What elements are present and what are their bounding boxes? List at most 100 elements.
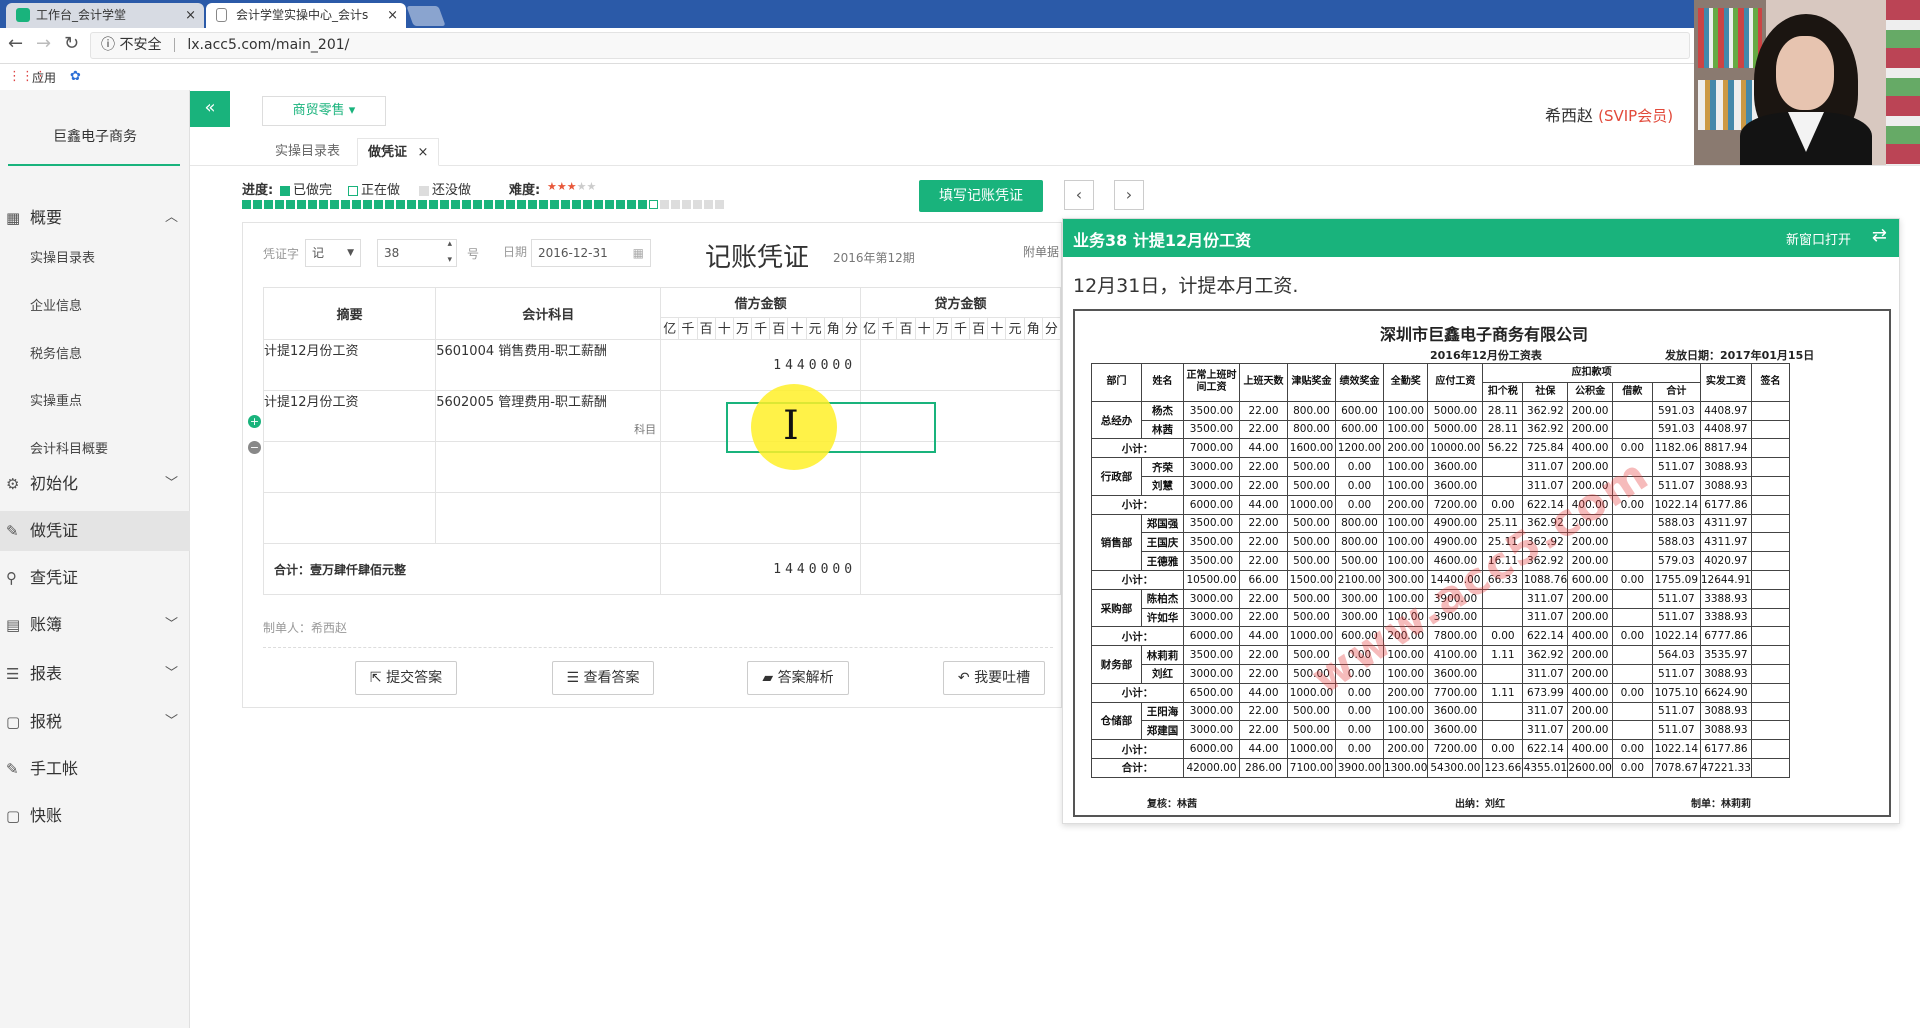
add-row-icon[interactable]: + [248, 415, 261, 428]
fill-voucher-button[interactable]: 填写记账凭证 [919, 180, 1043, 212]
progress-step[interactable] [429, 200, 438, 209]
browser-tab-practice[interactable]: 会计学堂实操中心_会计s × [206, 3, 406, 28]
progress-step[interactable] [341, 200, 350, 209]
progress-step[interactable] [275, 200, 284, 209]
back-arrow-icon[interactable]: ← [8, 33, 23, 54]
row4-credit[interactable] [860, 492, 1061, 544]
industry-dropdown[interactable]: 商贸零售 ▾ [262, 96, 386, 126]
voucher-number-stepper[interactable]: 38 ▴ ▾ [377, 239, 457, 267]
submenu-tax-info[interactable]: 税务信息 [0, 336, 190, 374]
prev-task-button[interactable]: ‹ [1064, 180, 1094, 210]
delete-row-icon[interactable]: − [248, 441, 261, 454]
progress-step[interactable] [693, 200, 702, 209]
submenu-key-points[interactable]: 实操重点 [0, 383, 190, 421]
row4-account[interactable] [435, 492, 662, 544]
progress-step[interactable] [462, 200, 471, 209]
row1-debit[interactable]: 1440000 [660, 339, 862, 391]
menu-initialize[interactable]: ⚙ 初始化 ﹀ [0, 464, 190, 504]
progress-step[interactable] [649, 200, 658, 209]
info-icon[interactable]: ⓘ [101, 37, 115, 53]
progress-step[interactable] [682, 200, 691, 209]
row4-debit[interactable] [660, 492, 862, 544]
progress-step[interactable] [407, 200, 416, 209]
progress-step[interactable] [363, 200, 372, 209]
progress-step[interactable] [715, 200, 724, 209]
new-tab-button[interactable] [406, 6, 446, 26]
submenu-practice-list[interactable]: 实操目录表 [0, 240, 190, 278]
progress-step[interactable] [671, 200, 680, 209]
progress-step[interactable] [451, 200, 460, 209]
progress-step[interactable] [495, 200, 504, 209]
next-task-button[interactable]: › [1114, 180, 1144, 210]
progress-step[interactable] [253, 200, 262, 209]
paw-icon[interactable]: ✿ [70, 69, 81, 84]
reload-icon[interactable]: ↻ [64, 33, 79, 54]
progress-step[interactable] [330, 200, 339, 209]
progress-step[interactable] [484, 200, 493, 209]
row2-account[interactable]: 5602005 管理费用-职工薪酬 科目 [435, 390, 662, 442]
row3-summary[interactable] [262, 441, 437, 493]
progress-step[interactable] [319, 200, 328, 209]
row4-summary[interactable] [262, 492, 437, 544]
progress-step[interactable] [539, 200, 548, 209]
user-info[interactable]: 希西赵 (SVIP会员) [1545, 102, 1673, 126]
progress-step[interactable] [616, 200, 625, 209]
row1-account[interactable]: 5601004 销售费用-职工薪酬 [435, 339, 662, 391]
browser-tab-workbench[interactable]: 工作台_会计学堂 × [6, 3, 204, 28]
voucher-word-select[interactable]: 记 ▼ [305, 239, 361, 267]
swap-icon[interactable]: ⇄ [1872, 225, 1887, 246]
row3-account[interactable] [435, 441, 662, 493]
menu-manual-account[interactable]: ✎ 手工帐 [0, 749, 190, 789]
close-tab-icon[interactable]: × [185, 3, 196, 28]
progress-step[interactable] [605, 200, 614, 209]
progress-step[interactable] [583, 200, 592, 209]
progress-step[interactable] [385, 200, 394, 209]
progress-step[interactable] [297, 200, 306, 209]
date-input[interactable]: 2016-12-31 ▦ [531, 239, 651, 267]
progress-step[interactable] [418, 200, 427, 209]
menu-make-voucher[interactable]: ✎ 做凭证 [0, 511, 190, 551]
forward-arrow-icon[interactable]: → [36, 33, 51, 54]
progress-step[interactable] [308, 200, 317, 209]
progress-step[interactable] [473, 200, 482, 209]
close-tab-icon[interactable]: × [418, 145, 429, 160]
view-answer-button[interactable]: ☰ 查看答案 [552, 661, 654, 695]
menu-ledger[interactable]: ▤ 账簿 ﹀ [0, 605, 190, 645]
close-tab-icon[interactable]: × [387, 3, 398, 28]
progress-step[interactable] [517, 200, 526, 209]
progress-step[interactable] [627, 200, 636, 209]
tab-make-voucher[interactable]: 做凭证 × [357, 138, 440, 166]
progress-step[interactable] [264, 200, 273, 209]
tab-practice-list[interactable]: 实操目录表 [265, 138, 350, 166]
menu-reports[interactable]: ☰ 报表 ﹀ [0, 654, 190, 694]
answer-analysis-button[interactable]: ▰ 答案解析 [747, 661, 849, 695]
progress-step[interactable] [638, 200, 647, 209]
bookmark-apps[interactable]: 应用 [32, 69, 56, 86]
menu-quick-account[interactable]: ▢ 快账 [0, 796, 190, 836]
progress-step[interactable] [704, 200, 713, 209]
row1-summary[interactable]: 计提12月份工资 [262, 339, 437, 391]
progress-step[interactable] [242, 200, 251, 209]
row2-summary[interactable]: 计提12月份工资 [262, 390, 437, 442]
progress-step[interactable] [594, 200, 603, 209]
row1-credit[interactable] [860, 339, 1061, 391]
menu-tax[interactable]: ▢ 报税 ﹀ [0, 702, 190, 742]
progress-step[interactable] [352, 200, 361, 209]
menu-overview[interactable]: ▦ 概要 ︿ [0, 198, 190, 238]
progress-step[interactable] [286, 200, 295, 209]
progress-step[interactable] [374, 200, 383, 209]
progress-step[interactable] [572, 200, 581, 209]
feedback-button[interactable]: ↶ 我要吐槽 [943, 661, 1045, 695]
progress-step[interactable] [561, 200, 570, 209]
progress-step[interactable] [396, 200, 405, 209]
submenu-company-info[interactable]: 企业信息 [0, 288, 190, 326]
progress-step[interactable] [660, 200, 669, 209]
progress-step[interactable] [506, 200, 515, 209]
progress-step[interactable] [528, 200, 537, 209]
progress-step[interactable] [440, 200, 449, 209]
collapse-sidebar-button[interactable]: « [190, 91, 230, 127]
progress-step[interactable] [550, 200, 559, 209]
submit-answer-button[interactable]: ⇱ 提交答案 [355, 661, 457, 695]
url-field[interactable]: ⓘ 不安全 lx.acc5.com/main_201/ [90, 32, 1690, 59]
menu-query-voucher[interactable]: ⚲ 查凭证 [0, 558, 190, 598]
